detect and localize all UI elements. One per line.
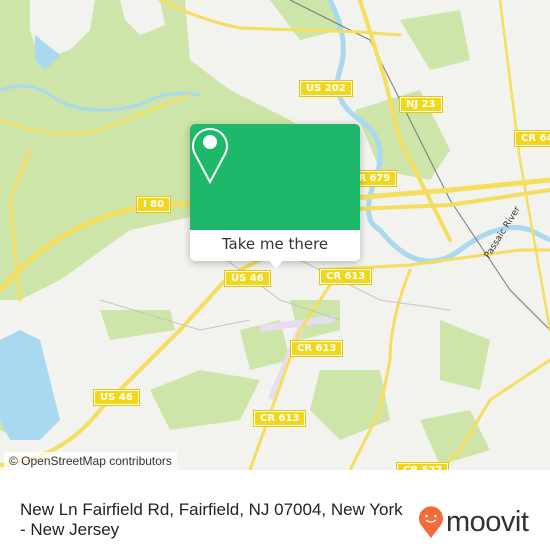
moovit-logo[interactable]: moovit bbox=[418, 505, 529, 539]
popup-pointer bbox=[269, 261, 283, 268]
location-pin-icon bbox=[192, 128, 228, 184]
map[interactable]: US 202 NJ 23 CR 640 CR 679 I 80 US 46 CR… bbox=[0, 0, 550, 470]
destination-popup[interactable]: Take me there bbox=[190, 124, 360, 268]
address-text: New Ln Fairfield Rd, Fairfield, NJ 07004… bbox=[20, 500, 403, 539]
park-area bbox=[440, 320, 490, 390]
road-shield-cr-613: CR 613 bbox=[318, 268, 373, 285]
park-area bbox=[400, 10, 470, 70]
road-shield-cr-613: CR 613 bbox=[252, 410, 307, 427]
road-shield-us-46: US 46 bbox=[93, 389, 140, 406]
lake bbox=[0, 330, 60, 440]
road-shield-cr-640: CR 640 bbox=[513, 130, 550, 147]
park-area bbox=[150, 370, 260, 430]
moovit-pin-icon bbox=[419, 506, 443, 538]
road-shield-cr-613: CR 613 bbox=[289, 340, 344, 357]
popup-header bbox=[190, 124, 360, 230]
park-area bbox=[100, 310, 175, 340]
road-shield-i-80: I 80 bbox=[135, 196, 172, 213]
road-shield-cr-527: CR 527 bbox=[395, 462, 450, 470]
road-shield-us-202: US 202 bbox=[299, 80, 353, 97]
road-local bbox=[498, 0, 550, 332]
take-me-there-button[interactable]: Take me there bbox=[190, 230, 360, 261]
road-shield-nj-23: NJ 23 bbox=[399, 96, 443, 113]
park-area bbox=[310, 370, 390, 440]
brand-name: moovit bbox=[446, 506, 529, 538]
road-shield-us-46: US 46 bbox=[224, 270, 271, 287]
map-attribution[interactable]: © OpenStreetMap contributors bbox=[4, 452, 177, 470]
